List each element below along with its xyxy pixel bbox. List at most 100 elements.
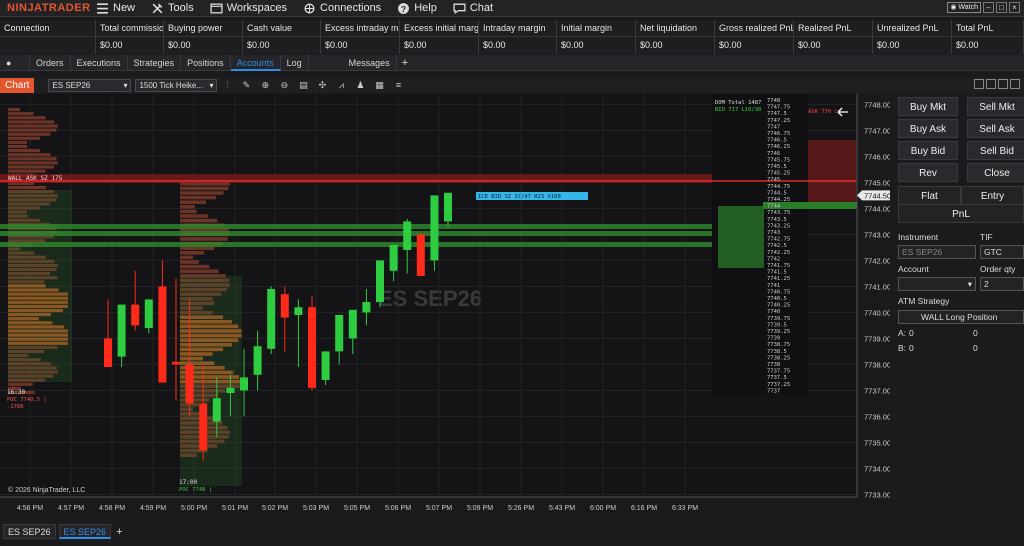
candle-body [104,338,112,367]
add-chart-tab-icon[interactable]: + [111,526,127,538]
account-column-header[interactable]: Buying power [164,20,243,37]
crosshair-icon[interactable]: ✣ [316,79,328,91]
instrument-field[interactable]: ES SEP26 [898,245,976,259]
account-column-header[interactable]: Initial margin [557,20,636,37]
sell-market-button[interactable]: Sell Mkt [967,97,1024,116]
candle-body [321,351,330,380]
x-tick-label: 4:58 PM [99,505,125,512]
volume-profile-bar [180,195,216,200]
account-column-header[interactable]: Unrealized PnL [873,20,952,37]
volume-profile-bar [8,144,28,149]
candle-body [267,289,276,349]
candle-body [280,294,289,318]
session-time-label: 17:00 [179,479,197,486]
tab-positions[interactable]: Positions [181,54,231,71]
add-tab-icon[interactable]: + [397,57,413,69]
chart-instrument-tab[interactable]: ES SEP26 [3,524,56,539]
account-column-header[interactable]: Realized PnL [794,20,873,37]
y-tick-label: 7735.00 [864,438,890,447]
tab-strategies[interactable]: Strategies [128,54,182,71]
draw-tool-icon[interactable]: ✎ [240,79,252,91]
y-tick-label: 7741.00 [864,282,890,291]
y-tick-label: 7748.00 [864,100,890,109]
properties-icon[interactable]: ≡ [392,79,404,91]
account-column-header[interactable]: Total commission [96,20,164,37]
sell-bid-button[interactable]: Sell Bid [967,141,1024,160]
sell-ask-button[interactable]: Sell Ask [967,119,1024,138]
menu-tools[interactable]: Tools [151,2,194,15]
minimize-icon[interactable]: – [983,2,994,13]
session-delta-label: -1786 [7,404,24,410]
zoom-out-icon[interactable]: ⊖ [278,79,290,91]
account-cell: $0.00 [96,37,164,54]
window-minimize-icon[interactable] [986,79,996,89]
volume-profile-bar [180,255,193,260]
chart-watermark: ES SEP26 [378,286,482,311]
window-close-icon[interactable] [1010,79,1020,89]
account-column-header[interactable]: Net liquidation [636,20,715,37]
volume-profile-bar [8,157,57,161]
x-tick-label: 6:16 PM [631,505,657,512]
menu-workspaces[interactable]: Workspaces [210,2,287,15]
dom-ask-block [808,140,856,202]
buy-market-button[interactable]: Buy Mkt [898,97,958,116]
account-column-header[interactable]: Excess initial margin [400,20,479,37]
window-maximize-icon[interactable] [998,79,1008,89]
menu-help[interactable]: ? Help [397,2,437,15]
dom-price-label: 7747.5 [767,111,787,117]
chart-panel[interactable]: ES SEP26 WALL ASK SZ 175 ICE BID SZ 37/47… [0,94,890,515]
tab-accounts[interactable]: Accounts [230,54,281,71]
order-qty-input[interactable]: 2 [980,277,1024,291]
account-column-header[interactable]: Gross realized PnL [715,20,794,37]
atm-strategy-select[interactable]: WALL Long Position [898,310,1024,324]
period-selector[interactable]: 1500 Tick Heike... ▾ [135,78,218,92]
maximize-icon[interactable]: □ [996,2,1007,13]
volume-profile-bar [180,200,206,204]
bars-type-icon[interactable]: ⫶ [221,79,233,91]
control-center-tabs: ● Orders Executions Strategies Positions Acc… [0,54,1024,71]
dom-price-label: 7740.75 [767,289,790,295]
b-label: B: [898,343,907,353]
dom-price-label: 7746.5 [767,138,787,144]
indicators-icon[interactable]: ⩘ [335,79,347,91]
window-tile-icon[interactable] [974,79,984,89]
dom-price-label: 7744.25 [767,197,790,203]
account-column-header[interactable]: Connection [0,20,96,37]
x-tick-label: 6:33 PM [672,505,698,512]
strategies-icon[interactable]: ♟ [354,79,366,91]
volume-profile-bar [180,260,199,264]
tif-label: TIF [980,232,993,242]
tab-orders[interactable]: Orders [30,54,71,71]
atm-strategy-label: ATM Strategy [898,296,950,306]
zoom-in-icon[interactable]: ⊕ [259,79,271,91]
close-icon[interactable]: × [1009,2,1020,13]
menu-bar: NINJATRADER New Tools Workspaces Connect… [0,0,1024,17]
price-chart[interactable]: ES SEP26 WALL ASK SZ 175 ICE BID SZ 37/47… [0,94,890,515]
tab-log[interactable]: Log [281,54,309,71]
account-column-header[interactable]: Intraday margin [479,20,557,37]
chart-tab[interactable]: Chart [0,77,35,93]
dom-price-label: 7744.75 [767,184,790,190]
data-box-icon[interactable]: ▤ [297,79,309,91]
volume-profile-bar [180,269,219,273]
account-column-header[interactable]: Cash value [243,20,321,37]
tab-executions[interactable]: Executions [71,54,128,71]
account-column-header[interactable]: Excess intraday margin [321,20,400,37]
account-select[interactable]: ▾ [898,277,976,291]
menu-chat[interactable]: Chat [453,2,493,15]
close-position-button[interactable]: Close [967,163,1024,182]
watch-button[interactable]: ◉ Watch [947,2,981,13]
templates-icon[interactable]: ▦ [373,79,385,91]
dom-price-label: 7746.75 [767,131,790,137]
x-tick-label: 5:02 PM [262,505,288,512]
buy-ask-button[interactable]: Buy Ask [898,119,958,138]
tif-select[interactable]: GTC [980,245,1024,259]
buy-bid-button[interactable]: Buy Bid [898,141,958,160]
chart-instrument-tab[interactable]: ES SEP26 [58,524,112,539]
menu-new[interactable]: New [96,2,135,15]
tab-messages[interactable]: Messages [309,54,397,71]
reverse-button[interactable]: Rev [898,163,958,182]
menu-connections[interactable]: Connections [303,2,381,15]
account-column-header[interactable]: Total PnL [952,20,1024,37]
instrument-selector[interactable]: ES SEP26 ▾ [48,78,132,92]
